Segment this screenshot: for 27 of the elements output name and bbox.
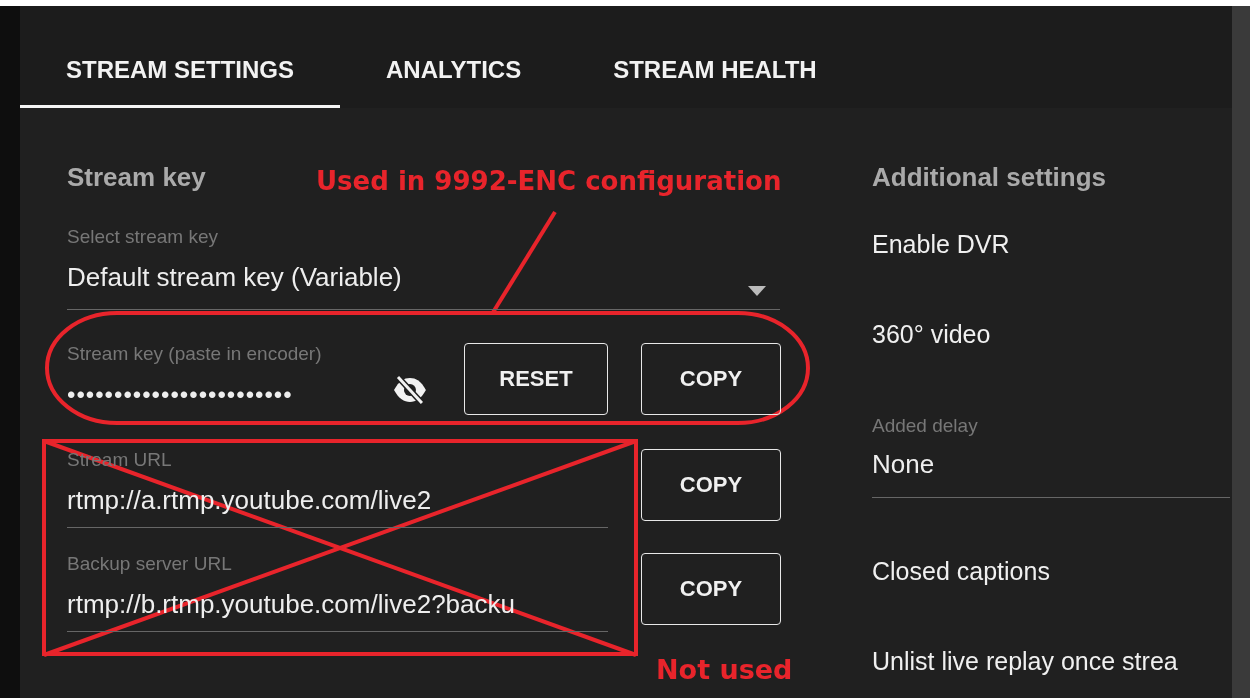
setting-label: 360° video: [872, 319, 992, 350]
stream-key-select[interactable]: Select stream key Default stream key (Variable): [67, 226, 780, 310]
field-label: Added delay: [872, 415, 978, 437]
field-label: Select stream key: [67, 226, 218, 248]
tab[interactable]: ANALYTICS: [340, 6, 568, 108]
stream-key-field[interactable]: ••••••••••••••••••••••••: [67, 383, 293, 407]
field-label: Stream key (paste in encoder): [67, 343, 322, 365]
section-heading: Stream key: [67, 162, 206, 192]
annotation-text: Used in 9992-ENC configuration: [316, 166, 782, 196]
select-value: None: [872, 448, 935, 481]
tab[interactable]: STREAM HEALTH: [567, 6, 863, 108]
scrollbar[interactable]: [1232, 6, 1250, 698]
copy-button[interactable]: COPY: [641, 343, 781, 415]
delay-select[interactable]: Added delay None: [872, 415, 1230, 498]
dropdown-caret-icon: [748, 286, 766, 296]
setting-label: Closed captions: [872, 556, 1051, 587]
annotation-text: Not used: [656, 654, 793, 685]
setting-label: Unlist live replay once strea: [872, 646, 1179, 677]
field-label: Backup server URL: [67, 553, 232, 575]
section-heading: Additional settings: [872, 162, 1106, 192]
tab[interactable]: STREAM SETTINGS: [20, 6, 340, 108]
copy-button[interactable]: COPY: [641, 553, 781, 625]
select-value: Default stream key (Variable): [67, 261, 402, 294]
copy-button[interactable]: COPY: [641, 449, 781, 521]
eye-off-icon[interactable]: [392, 375, 428, 405]
reset-button[interactable]: RESET: [464, 343, 608, 415]
setting-label: Enable DVR: [872, 229, 1011, 260]
